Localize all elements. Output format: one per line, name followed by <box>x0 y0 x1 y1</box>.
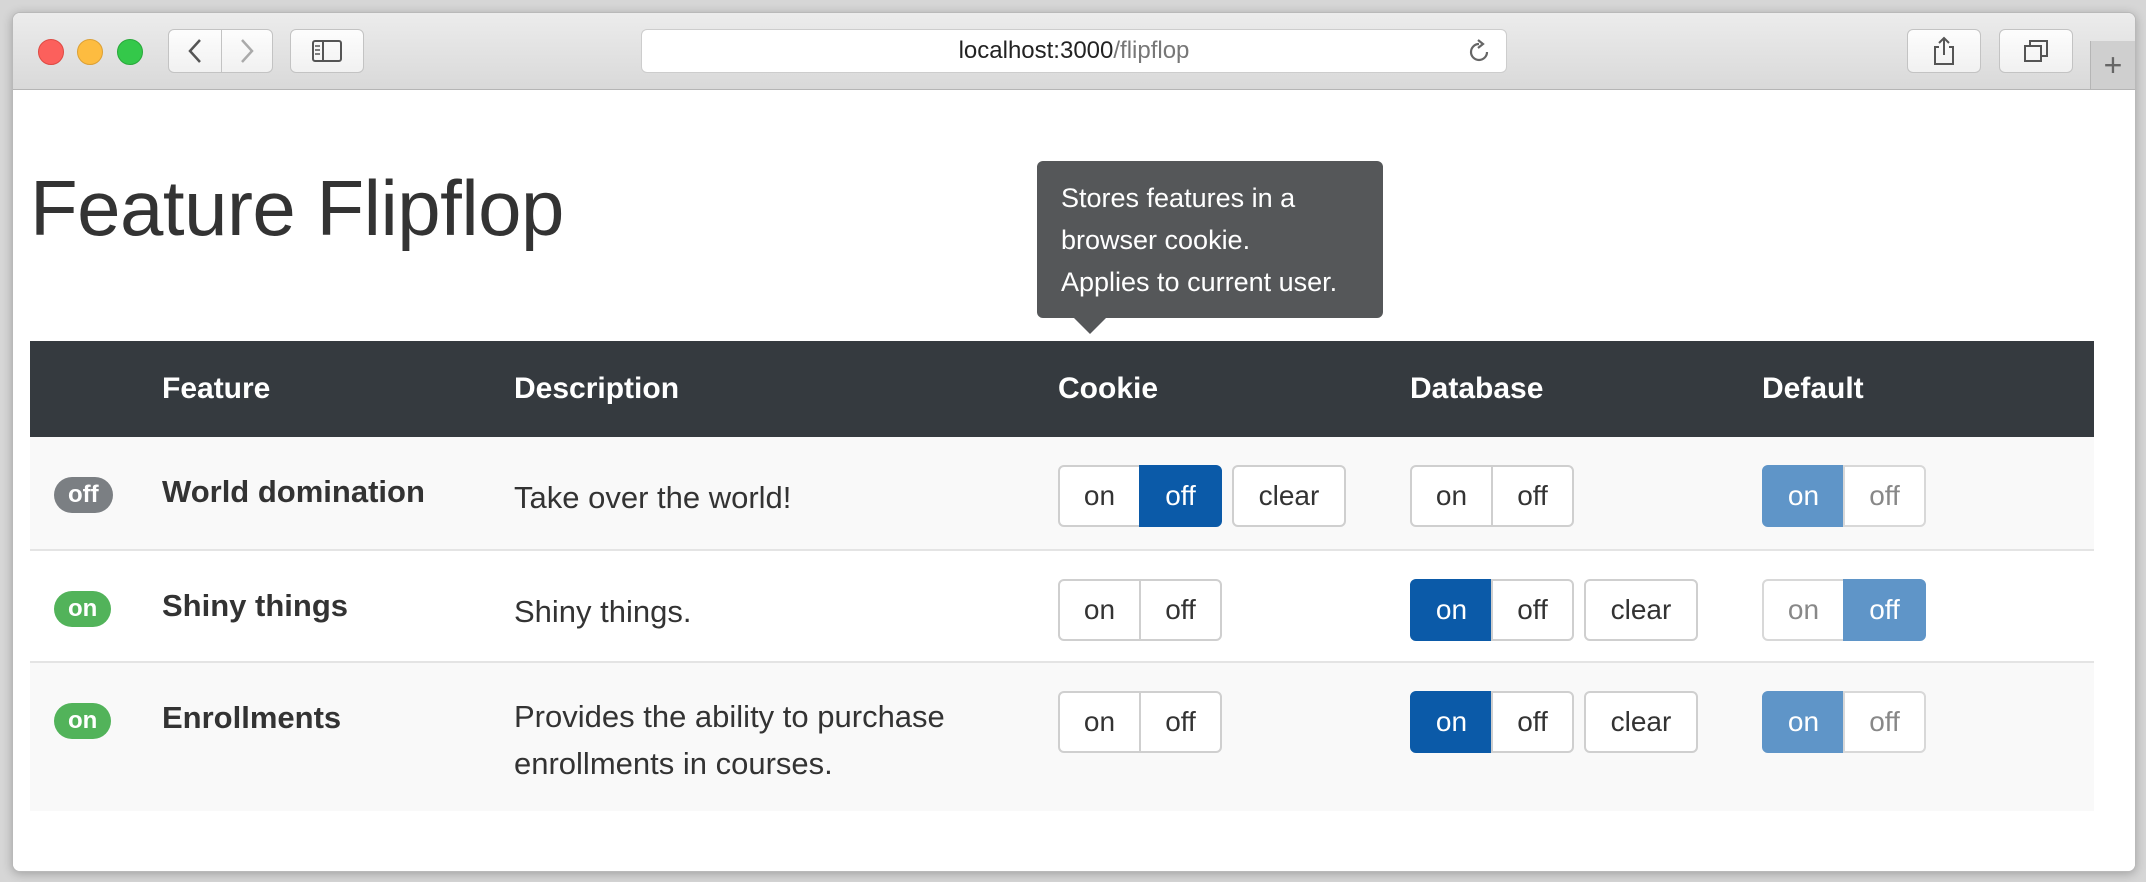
default-off-button: off <box>1843 691 1926 753</box>
feature-description: Shiny things. <box>514 594 692 629</box>
back-button[interactable] <box>168 29 222 73</box>
database-clear-button[interactable]: clear <box>1584 691 1698 753</box>
default-toggle-group: on off <box>1762 579 1926 641</box>
share-icon <box>1934 36 1954 65</box>
database-toggle-group: on off <box>1410 465 1574 527</box>
chevron-left-icon <box>188 39 201 63</box>
forward-button[interactable] <box>221 29 273 73</box>
default-toggle-group: on off <box>1762 691 1926 753</box>
cookie-toggle-group: on off <box>1058 691 1222 753</box>
zoom-window-button[interactable] <box>117 39 143 65</box>
status-badge: off <box>54 477 113 513</box>
database-on-button[interactable]: on <box>1410 691 1493 753</box>
close-window-button[interactable] <box>38 39 64 65</box>
database-toggle-group: on off clear <box>1410 691 1698 753</box>
tooltip-arrow <box>1074 318 1106 334</box>
reload-icon <box>1469 39 1489 62</box>
page-title: Feature Flipflop <box>30 164 564 252</box>
database-toggle-group: on off clear <box>1410 579 1698 641</box>
tooltip-line: Applies to current user. <box>1061 267 1338 297</box>
url-host: localhost:3000 <box>958 37 1114 64</box>
cookie-toggle-group: on off clear <box>1058 465 1346 527</box>
chevron-right-icon <box>241 39 254 63</box>
header-cookie[interactable]: Cookie <box>1058 341 1410 437</box>
cookie-tooltip: Stores features in a browser cookie. App… <box>1037 161 1383 318</box>
tabs-icon <box>2024 40 2048 62</box>
cookie-on-button[interactable]: on <box>1058 691 1141 753</box>
database-clear-button[interactable]: clear <box>1584 579 1698 641</box>
address-bar[interactable]: localhost:3000/flipflop <box>641 29 1507 73</box>
table-header-row: Feature Description Cookie Database Defa… <box>30 341 2094 437</box>
browser-toolbar: localhost:3000/flipflop + <box>13 13 2135 90</box>
tooltip-line: browser cookie. <box>1061 225 1251 255</box>
feature-description: Provides the ability to purchase enrollm… <box>514 663 1058 787</box>
feature-name: World domination <box>162 474 425 509</box>
cookie-on-button[interactable]: on <box>1058 465 1141 527</box>
sidebar-toggle-button[interactable] <box>290 29 364 73</box>
header-default: Default <box>1762 341 2094 437</box>
cookie-on-button[interactable]: on <box>1058 579 1141 641</box>
table-row: off World domination Take over the world… <box>30 437 2094 550</box>
sidebar-icon <box>312 40 342 62</box>
cookie-off-button[interactable]: off <box>1139 465 1222 527</box>
description-line: Provides the ability to purchase <box>514 699 945 734</box>
database-off-button[interactable]: off <box>1491 691 1574 753</box>
share-button[interactable] <box>1907 29 1981 73</box>
cookie-toggle-group: on off <box>1058 579 1222 641</box>
database-off-button[interactable]: off <box>1491 465 1574 527</box>
plus-icon: + <box>2103 47 2123 83</box>
minimize-window-button[interactable] <box>77 39 103 65</box>
feature-name: Shiny things <box>162 588 348 623</box>
table-row: on Enrollments Provides the ability to p… <box>30 661 2094 811</box>
database-on-button[interactable]: on <box>1410 579 1493 641</box>
status-badge: on <box>54 591 112 627</box>
header-database: Database <box>1410 341 1762 437</box>
url-path: /flipflop <box>1113 37 1190 64</box>
description-line: enrollments in courses. <box>514 746 833 781</box>
features-table: Feature Description Cookie Database Defa… <box>30 341 2094 811</box>
feature-description: Take over the world! <box>514 480 792 515</box>
header-feature: Feature <box>162 341 514 437</box>
default-off-button: off <box>1843 579 1926 641</box>
database-off-button[interactable]: off <box>1491 579 1574 641</box>
cookie-clear-button[interactable]: clear <box>1232 465 1346 527</box>
tooltip-line: Stores features in a <box>1061 183 1296 213</box>
database-on-button[interactable]: on <box>1410 465 1493 527</box>
cookie-off-button[interactable]: off <box>1139 579 1222 641</box>
reload-button[interactable] <box>1466 39 1492 72</box>
default-on-button: on <box>1762 579 1845 641</box>
header-status <box>30 341 162 437</box>
cookie-off-button[interactable]: off <box>1139 691 1222 753</box>
default-toggle-group: on off <box>1762 465 1926 527</box>
default-on-button: on <box>1762 465 1845 527</box>
new-tab-button[interactable]: + <box>2090 41 2135 89</box>
default-on-button: on <box>1762 691 1845 753</box>
header-description: Description <box>514 341 1058 437</box>
tabs-overview-button[interactable] <box>1999 29 2073 73</box>
feature-name: Enrollments <box>162 700 342 735</box>
table-row: on Shiny things Shiny things. on off on … <box>30 549 2094 662</box>
status-badge: on <box>54 703 112 739</box>
default-off-button: off <box>1843 465 1926 527</box>
